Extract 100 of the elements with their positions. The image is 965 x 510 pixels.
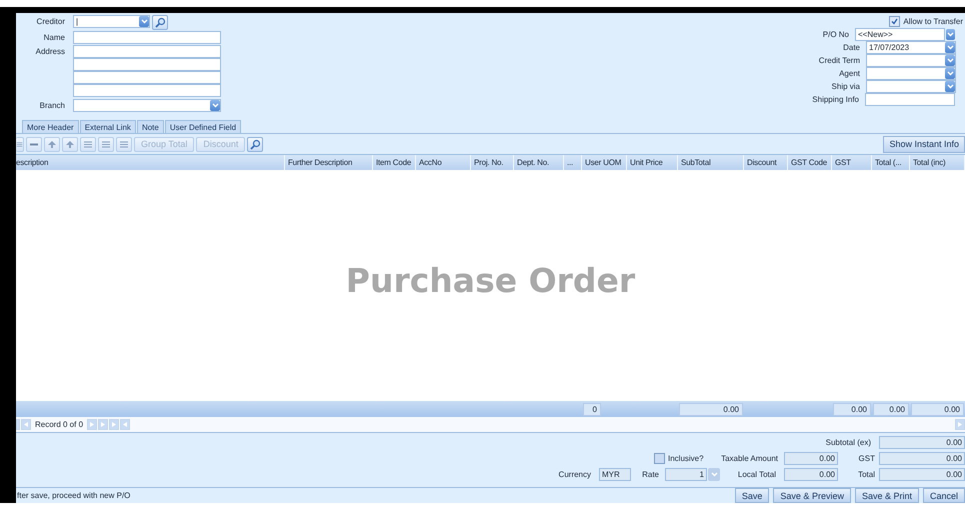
- toolbar-icon: [16, 140, 23, 149]
- search-icon: [154, 17, 166, 28]
- field-label: Branch: [38, 100, 66, 112]
- field-label: Agent: [838, 68, 861, 80]
- combo-field[interactable]: <<New>>: [855, 28, 945, 41]
- combo-field[interactable]: [73, 99, 221, 112]
- action-button[interactable]: Cancel: [922, 488, 965, 504]
- show-instant-info-button[interactable]: Show Instant Info: [883, 136, 965, 153]
- checkbox[interactable]: [654, 452, 665, 464]
- checkbox-label: Inclusive?: [668, 454, 705, 463]
- dropdown-button[interactable]: [210, 100, 220, 111]
- total-cell: 0.00: [833, 402, 871, 416]
- tab[interactable]: Note: [136, 120, 164, 134]
- next-icon: [90, 422, 94, 428]
- next-icon: [101, 422, 106, 428]
- toolbar-icon: [83, 140, 93, 149]
- toolbar-button[interactable]: [16, 136, 24, 152]
- chevron-icon: [946, 58, 954, 63]
- combo-field[interactable]: 17/07/2023: [866, 41, 956, 54]
- toolbar-button[interactable]: [116, 136, 132, 152]
- total-cell: 0.00: [679, 402, 743, 416]
- toolbar-button[interactable]: [80, 136, 96, 152]
- dropdown-button[interactable]: [945, 81, 955, 92]
- currency-field: MYR: [599, 468, 631, 481]
- field-label: GST: [858, 452, 876, 465]
- dropdown-button[interactable]: [945, 55, 955, 66]
- next-button[interactable]: [87, 419, 98, 430]
- total-cell: 0: [583, 402, 601, 416]
- action-button[interactable]: Save: [734, 488, 770, 504]
- text-field[interactable]: [73, 31, 221, 44]
- status-text: fter save, proceed with new P/O: [16, 491, 130, 500]
- next-icon: [958, 422, 962, 428]
- search-icon: [250, 138, 261, 150]
- field-label: Address: [34, 46, 66, 58]
- scroll-right-button[interactable]: [955, 419, 965, 430]
- chevron-icon: [946, 45, 954, 50]
- checkbox-label: Allow to Transfer: [903, 17, 964, 26]
- scroll-left-button[interactable]: [120, 419, 130, 430]
- previous-button[interactable]: [21, 419, 31, 430]
- taxable-amount-field: 0.00: [784, 452, 838, 465]
- tab[interactable]: More Header: [22, 120, 79, 134]
- action-button[interactable]: Save & Print: [854, 488, 919, 504]
- subtotal-field: 0.00: [879, 436, 965, 449]
- toolbar-button[interactable]: [26, 136, 42, 152]
- combo-field[interactable]: [866, 67, 956, 80]
- dropdown-button[interactable]: [708, 468, 720, 481]
- address-line-field[interactable]: [73, 84, 221, 97]
- lookup-button[interactable]: [152, 15, 168, 30]
- tab[interactable]: External Link: [80, 120, 136, 134]
- field-label: P/O No: [822, 29, 850, 41]
- combo-field[interactable]: [866, 54, 956, 67]
- dropdown-button[interactable]: [945, 42, 955, 53]
- action-button[interactable]: Save & Preview: [773, 488, 851, 504]
- field-label: Taxable Amount: [720, 452, 779, 465]
- address-line-field[interactable]: [73, 45, 221, 58]
- chevron-icon: [947, 32, 954, 37]
- field-label: Rate: [641, 468, 660, 481]
- field-label: Date: [842, 42, 861, 54]
- toolbar-button[interactable]: [44, 136, 60, 152]
- field-label: Total: [857, 468, 876, 481]
- previous-icon: [24, 422, 28, 428]
- previous-icon: [123, 422, 128, 428]
- field-label: Creditor: [36, 16, 66, 28]
- field-label: Name: [42, 32, 66, 44]
- field-label: Currency: [558, 468, 592, 481]
- chevron-icon: [140, 19, 148, 24]
- local-total-field: 0.00: [784, 468, 838, 481]
- record-counter: Record 0 of 0: [34, 420, 84, 430]
- last-button[interactable]: [109, 419, 120, 430]
- field-label: Subtotal (ex): [824, 436, 872, 449]
- combo-field[interactable]: |: [73, 15, 150, 28]
- address-line-field[interactable]: [73, 71, 221, 84]
- dropdown-button[interactable]: [945, 68, 955, 79]
- chevron-icon: [212, 103, 218, 108]
- field-label: Shipping Info: [811, 94, 860, 106]
- dropdown-button[interactable]: [946, 29, 955, 40]
- chevron-icon: [946, 71, 954, 76]
- text-field[interactable]: [865, 93, 955, 106]
- tab[interactable]: User Defined Field: [164, 120, 242, 134]
- chevron-icon: [946, 84, 954, 89]
- dropdown-button[interactable]: [139, 16, 149, 27]
- total-cell: 0.00: [873, 402, 909, 416]
- field-label: Local Total: [736, 468, 777, 481]
- chevron-icon: [710, 472, 718, 477]
- checkbox[interactable]: [889, 16, 900, 27]
- first-button[interactable]: [16, 419, 20, 430]
- toolbar-button[interactable]: [62, 136, 78, 152]
- address-line-field[interactable]: [73, 58, 221, 71]
- toolbar-button[interactable]: [98, 136, 114, 152]
- field-label: Credit Term: [818, 55, 861, 67]
- total-field: 0.00: [879, 468, 965, 481]
- toolbar-icon: [119, 140, 129, 149]
- gst-field: 0.00: [879, 452, 965, 465]
- toolbar-icon: [101, 140, 111, 149]
- next-page-button[interactable]: [98, 419, 108, 430]
- rate-field[interactable]: 1: [665, 468, 707, 481]
- field-label: Ship via: [830, 81, 861, 93]
- combo-field[interactable]: [866, 80, 956, 93]
- next-icon: [112, 422, 116, 428]
- search-button[interactable]: [247, 136, 264, 152]
